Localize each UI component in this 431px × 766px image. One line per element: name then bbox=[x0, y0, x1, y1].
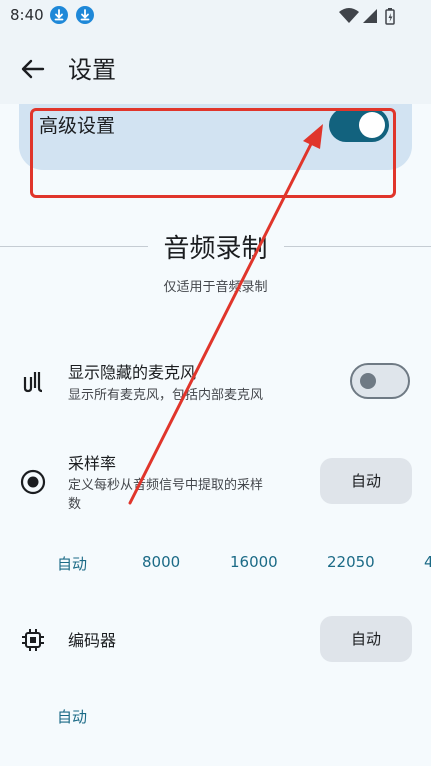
annotation-arrow bbox=[128, 124, 323, 505]
